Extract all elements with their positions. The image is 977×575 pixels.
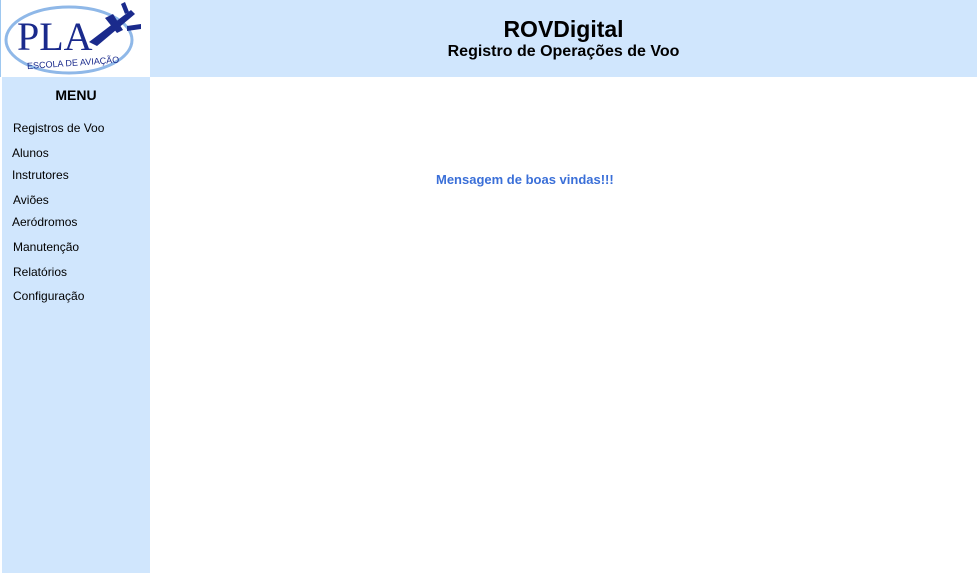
welcome-message: Mensagem de boas vindas!!!	[436, 172, 614, 187]
sidebar-item-registros-de-voo[interactable]: Registros de Voo	[13, 121, 104, 135]
logo-text: PLA	[17, 14, 93, 59]
main-content: Mensagem de boas vindas!!!	[150, 77, 977, 573]
sidebar-item-manutencao[interactable]: Manutenção	[13, 240, 79, 254]
sidebar-item-avioes[interactable]: Aviões	[13, 193, 49, 207]
app-title: ROVDigital	[503, 16, 624, 42]
sidebar-menu: MENU Registros de Voo Alunos Instrutores…	[0, 77, 150, 573]
sidebar-item-aerodromos[interactable]: Aeródromos	[12, 215, 77, 229]
app-header: ROVDigital Registro de Operações de Voo	[150, 0, 977, 77]
sidebar-item-relatorios[interactable]: Relatórios	[13, 265, 67, 279]
sidebar-item-alunos[interactable]: Alunos	[12, 146, 49, 160]
menu-title: MENU	[55, 87, 97, 103]
sidebar-item-instrutores[interactable]: Instrutores	[12, 168, 69, 182]
sidebar-item-configuracao[interactable]: Configuração	[13, 289, 84, 303]
logo: PLA ESCOLA DE AVIAÇÃO	[0, 0, 150, 77]
app-subtitle: Registro de Operações de Voo	[447, 43, 680, 60]
